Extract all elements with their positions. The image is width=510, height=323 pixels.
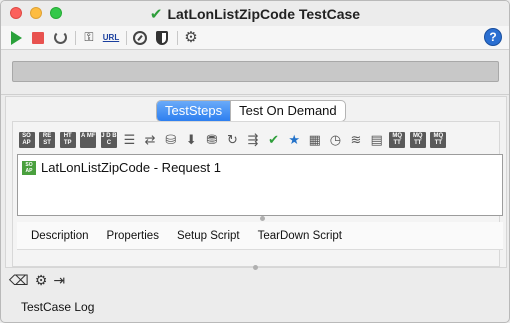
loop-button[interactable] bbox=[50, 28, 70, 48]
script-icon: ≋ bbox=[350, 132, 362, 148]
step-detail-tabs: Description Properties Setup Script Tear… bbox=[17, 222, 503, 250]
property-list-icon: ☰ bbox=[123, 132, 136, 148]
rest-request-button[interactable]: RE ST bbox=[38, 131, 57, 149]
close-window-button[interactable] bbox=[10, 7, 22, 19]
grid-button[interactable]: ▦ bbox=[305, 131, 324, 149]
star-icon: ★ bbox=[288, 132, 301, 148]
window-title: LatLonListZipCode TestCase bbox=[167, 5, 361, 22]
loop-step-button[interactable]: ↻ bbox=[223, 131, 242, 149]
rest-request-icon: RE ST bbox=[39, 132, 56, 148]
mq-icon-2: MQ TT bbox=[409, 132, 426, 148]
tab-teardown-script[interactable]: TearDown Script bbox=[249, 230, 351, 242]
tab-properties[interactable]: Properties bbox=[98, 230, 168, 242]
soap-request-button[interactable]: SO AP bbox=[17, 131, 36, 149]
database-button[interactable]: ⛃ bbox=[202, 131, 221, 149]
toolbar-separator bbox=[75, 30, 76, 45]
property-transfer-icon: ⇄ bbox=[144, 132, 156, 148]
load-test-button[interactable] bbox=[130, 28, 150, 48]
mq-icon-3: MQ TT bbox=[430, 132, 447, 148]
assertion-button[interactable]: ✔ bbox=[264, 131, 283, 149]
gear-icon[interactable]: ⚙ bbox=[35, 274, 48, 288]
divider bbox=[1, 94, 509, 95]
datasource-button[interactable]: ⛁ bbox=[161, 131, 180, 149]
database-icon: ⛃ bbox=[206, 132, 218, 148]
testcase-log-label[interactable]: TestCase Log bbox=[21, 300, 94, 314]
mq-icon-2-button[interactable]: MQ TT bbox=[408, 131, 427, 149]
loop-step-icon: ↻ bbox=[226, 132, 238, 148]
cancel-button[interactable] bbox=[28, 28, 48, 48]
run-button[interactable] bbox=[6, 28, 26, 48]
amf-request-icon: A MF bbox=[80, 132, 97, 148]
tab-teststeps[interactable]: TestSteps bbox=[157, 101, 231, 121]
shield-icon bbox=[156, 30, 168, 45]
run-progress-bar bbox=[12, 61, 499, 82]
tab-test-on-demand[interactable]: Test On Demand bbox=[230, 101, 345, 121]
loop-icon bbox=[53, 31, 67, 44]
key-icon: ⚿ bbox=[84, 30, 94, 44]
goto-icon: ⇶ bbox=[247, 132, 259, 148]
gauge-icon bbox=[133, 30, 147, 45]
minimize-window-button[interactable] bbox=[30, 7, 42, 19]
list-item[interactable]: SO AP LatLonListZipCode - Request 1 bbox=[18, 155, 502, 175]
title-bar: ✔ LatLonListZipCode TestCase bbox=[1, 1, 509, 26]
star-button[interactable]: ★ bbox=[285, 131, 304, 149]
tab-description[interactable]: Description bbox=[17, 230, 98, 242]
script-button[interactable]: ≋ bbox=[347, 131, 366, 149]
help-button[interactable]: ? bbox=[484, 28, 502, 46]
jdbc-request-icon: J D B C bbox=[100, 132, 117, 148]
clock-icon: ◷ bbox=[329, 132, 342, 148]
grid-icon: ▦ bbox=[308, 132, 321, 148]
mq-icon-1-button[interactable]: MQ TT bbox=[388, 131, 407, 149]
toolbar-separator bbox=[177, 30, 178, 45]
soap-request-icon: SO AP bbox=[22, 160, 36, 175]
datasink-icon: ⬇ bbox=[185, 132, 197, 148]
log-toolbar: ⌫ ⚙ ⇥ bbox=[9, 274, 65, 288]
endpoint-button[interactable]: URL bbox=[101, 28, 121, 48]
play-icon bbox=[10, 30, 22, 45]
splitter-handle[interactable] bbox=[253, 265, 258, 270]
testcase-toolbar: ⚿ URL ⚙ ? bbox=[1, 26, 509, 50]
teststep-toolbar: SO AP RE ST HT TP A MF J D B C ☰ ⇄ ⛁ ⬇ ⛃ ↻ ⇶ ✔ ★ ▦ ◷ ≋ ▤ M… bbox=[17, 130, 449, 150]
gear-icon: ⚙ bbox=[184, 28, 198, 46]
comment-button[interactable]: ▤ bbox=[367, 131, 386, 149]
testcase-window: ✔ LatLonListZipCode TestCase ⚿ URL ⚙ ? T… bbox=[0, 0, 510, 323]
panel-tabs: TestSteps Test On Demand bbox=[156, 100, 346, 122]
property-transfer-button[interactable]: ⇄ bbox=[141, 131, 160, 149]
export-icon[interactable]: ⇥ bbox=[53, 274, 65, 288]
soap-request-icon: SO AP bbox=[18, 132, 35, 148]
datasink-button[interactable]: ⬇ bbox=[182, 131, 201, 149]
assertion-icon: ✔ bbox=[268, 132, 280, 148]
stop-icon bbox=[32, 31, 44, 44]
maximize-window-button[interactable] bbox=[50, 7, 62, 19]
property-list-button[interactable]: ☰ bbox=[120, 131, 139, 149]
tab-setup-script[interactable]: Setup Script bbox=[168, 230, 249, 242]
mq-icon-1: MQ TT bbox=[389, 132, 406, 148]
datasource-icon: ⛁ bbox=[165, 132, 177, 148]
options-button[interactable]: ⚙ bbox=[181, 28, 201, 48]
jdbc-request-button[interactable]: J D B C bbox=[99, 131, 118, 149]
goto-button[interactable]: ⇶ bbox=[244, 131, 263, 149]
splitter-handle[interactable] bbox=[260, 216, 265, 221]
url-icon: URL bbox=[102, 33, 120, 42]
http-request-button[interactable]: HT TP bbox=[58, 131, 77, 149]
comment-icon: ▤ bbox=[370, 132, 383, 148]
amf-request-button[interactable]: A MF bbox=[79, 131, 98, 149]
teststeps-list[interactable]: SO AP LatLonListZipCode - Request 1 bbox=[17, 154, 503, 216]
check-icon: ✔ bbox=[149, 5, 163, 23]
teststeps-content: SO AP RE ST HT TP A MF J D B C ☰ ⇄ ⛁ ⬇ ⛃ ↻ ⇶ ✔ ★ ▦ ◷ ≋ ▤ M… bbox=[12, 121, 503, 267]
security-test-button[interactable] bbox=[152, 28, 172, 48]
eraser-icon[interactable]: ⌫ bbox=[9, 274, 29, 288]
http-request-icon: HT TP bbox=[59, 132, 76, 148]
clock-button[interactable]: ◷ bbox=[326, 131, 345, 149]
step-label: LatLonListZipCode - Request 1 bbox=[41, 160, 221, 175]
toolbar-separator bbox=[126, 30, 127, 45]
credentials-button[interactable]: ⚿ bbox=[79, 28, 99, 48]
teststeps-panel: TestSteps Test On Demand SO AP RE ST HT TP… bbox=[5, 96, 507, 268]
mq-icon-3-button[interactable]: MQ TT bbox=[429, 131, 448, 149]
window-title-group: ✔ LatLonListZipCode TestCase bbox=[150, 5, 360, 23]
window-controls bbox=[10, 7, 62, 19]
